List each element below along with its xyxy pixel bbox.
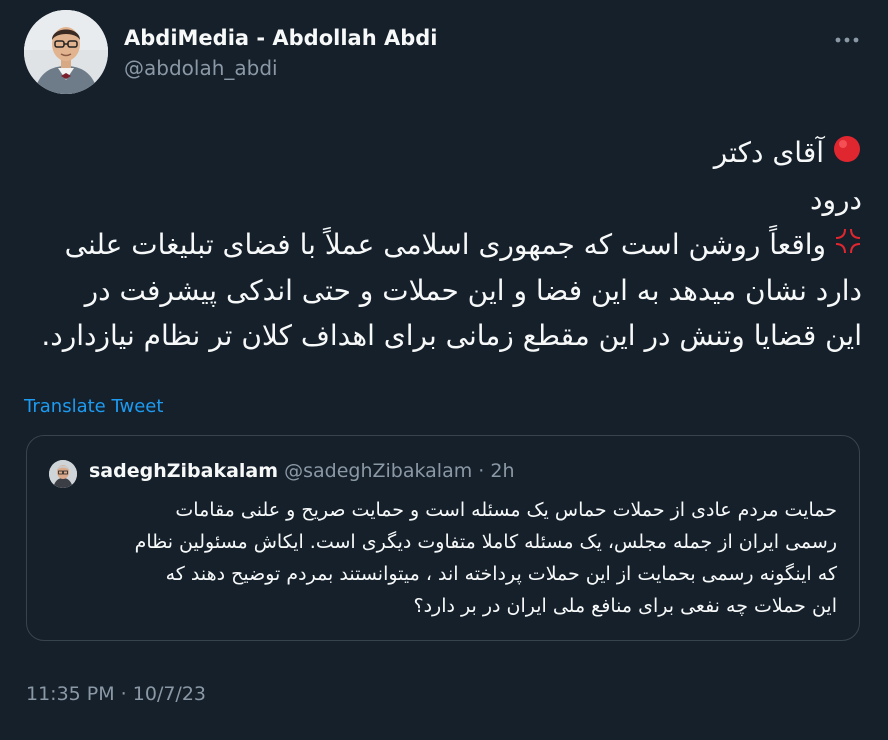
quoted-line: حمایت مردم عادی از حملات حماس یک مسئله ا…: [175, 499, 837, 521]
tweet-detail: AbdiMedia - Abdollah Abdi @abdolah_abdi …: [0, 0, 888, 740]
quoted-tweet-text: حمایت مردم عادی از حملات حماس یک مسئله ا…: [47, 494, 837, 622]
tweet-line: این قضایا وتنش در این مقطع زمانی برای اه…: [41, 319, 862, 352]
author-handle[interactable]: @abdolah_abdi: [124, 56, 278, 80]
more-options-icon[interactable]: [834, 30, 860, 50]
tweet-line: دارد نشان میدهد به این فضا و این حملات و…: [84, 274, 862, 307]
tweet-line-text: واقعاً روشن است که جمهوری اسلامی عملاً ب…: [64, 227, 826, 261]
tweet-text: آقای دکتر درود واقعاً روشن است که جمهوری…: [24, 130, 862, 358]
tweet-line: آقای دکتر: [24, 130, 862, 177]
separator-dot: ·: [478, 460, 485, 482]
quoted-line: که اینگونه رسمی بحمایت از این حملات پردا…: [165, 563, 837, 585]
tweet-line-text: آقای دکتر: [713, 136, 824, 169]
tweet-line: واقعاً روشن است که جمهوری اسلامی عملاً ب…: [24, 222, 862, 269]
quoted-tweet-time[interactable]: 2h: [490, 460, 514, 482]
translate-tweet-link[interactable]: Translate Tweet: [24, 396, 163, 417]
tweet-timestamp[interactable]: 11:35 PM · 10/7/23: [26, 683, 206, 705]
quoted-line: رسمی ایران از جمله مجلس، یک مسئله کاملا …: [134, 531, 837, 553]
quoted-tweet[interactable]: sadeghZibakalam @sadeghZibakalam · 2h حم…: [26, 435, 860, 641]
quoted-author-avatar[interactable]: [49, 460, 77, 488]
quoted-tweet-header: sadeghZibakalam @sadeghZibakalam · 2h: [89, 460, 515, 482]
quoted-author-name[interactable]: sadeghZibakalam: [89, 460, 278, 482]
quoted-line: این حملات چه نفعی برای منافع ملی ایران د…: [413, 595, 837, 617]
tweet-line: درود: [810, 182, 862, 216]
quoted-author-handle: @sadeghZibakalam: [284, 460, 473, 482]
author-name[interactable]: AbdiMedia - Abdollah Abdi: [124, 26, 437, 50]
red-circle-icon: [832, 132, 862, 177]
anger-symbol-icon: [834, 223, 862, 268]
author-avatar[interactable]: [24, 10, 108, 94]
